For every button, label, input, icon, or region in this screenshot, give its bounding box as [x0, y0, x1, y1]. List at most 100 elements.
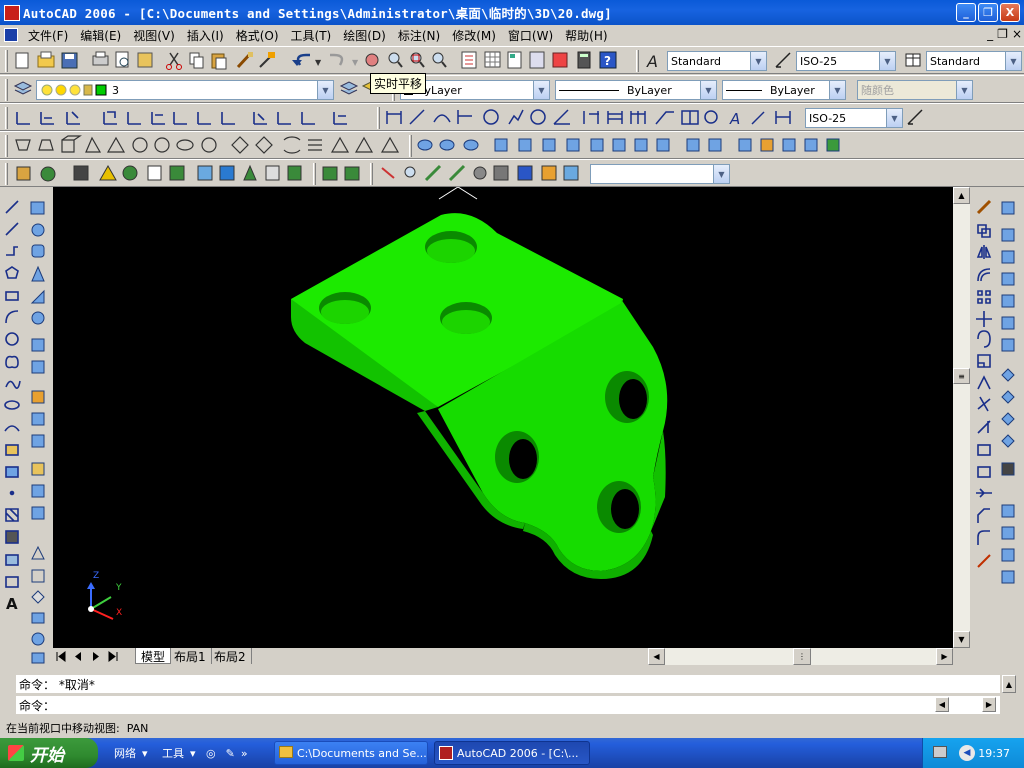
- chevron-down-icon[interactable]: ▼: [829, 81, 845, 99]
- plot-preview-icon[interactable]: [115, 51, 129, 68]
- text-style-icon[interactable]: A: [644, 47, 664, 75]
- markup-icon[interactable]: [552, 52, 568, 68]
- document-icon[interactable]: [4, 28, 18, 42]
- doc-minimize-button[interactable]: _: [987, 27, 993, 41]
- open-file-icon[interactable]: [37, 51, 55, 68]
- tab-model[interactable]: 模型: [135, 648, 172, 664]
- multiline-text-icon[interactable]: A: [6, 595, 18, 613]
- design-center-icon[interactable]: [484, 51, 501, 68]
- table-style-icon[interactable]: [903, 47, 923, 75]
- menu-insert[interactable]: 插入(I): [181, 27, 230, 44]
- menu-tools[interactable]: 工具(T): [285, 27, 338, 44]
- chevron-down-icon[interactable]: ▼: [713, 165, 729, 183]
- copy-icon[interactable]: [189, 52, 204, 69]
- table-style-combo[interactable]: Standard ▼: [926, 51, 1022, 71]
- scroll-right-button[interactable]: ▶: [936, 648, 953, 665]
- redo-icon[interactable]: [330, 53, 344, 66]
- command-scroll-up[interactable]: ▲: [1002, 675, 1016, 693]
- layer-combo[interactable]: 3 ▼: [36, 80, 334, 100]
- doc-restore-button[interactable]: ❐: [997, 27, 1008, 41]
- text-style-combo[interactable]: Standard ▼: [667, 51, 767, 71]
- toolbar-grip[interactable]: [5, 135, 8, 157]
- clock[interactable]: 19:37: [978, 747, 1010, 760]
- show-hidden-icons-icon[interactable]: ◀: [959, 745, 975, 761]
- new-file-icon[interactable]: [15, 52, 29, 69]
- h-scroll-thumb[interactable]: ⋮: [793, 648, 811, 665]
- scroll-down-button[interactable]: ▼: [953, 631, 970, 648]
- solid-editing-grip[interactable]: [409, 135, 412, 157]
- tab-layout1[interactable]: 布局1: [169, 648, 212, 664]
- toolbar-grip[interactable]: [5, 107, 8, 129]
- toolbar-grip[interactable]: [5, 50, 8, 72]
- toolbar-grip[interactable]: [313, 163, 316, 185]
- taskbar-explorer-window[interactable]: C:\Documents and Se...: [274, 741, 428, 765]
- block-editor-icon[interactable]: [259, 52, 275, 68]
- menu-view[interactable]: 视图(V): [127, 27, 181, 44]
- dimension-toolbar-grip[interactable]: [377, 107, 380, 129]
- start-button[interactable]: 开始: [0, 738, 98, 768]
- menu-file[interactable]: 文件(F): [22, 27, 74, 44]
- pan-icon[interactable]: [365, 53, 379, 67]
- command-scroll-left[interactable]: ◀: [935, 697, 949, 712]
- chevron-down-icon[interactable]: ▼: [750, 52, 766, 70]
- minimize-button[interactable]: _: [956, 3, 976, 22]
- view-toolbar-grip[interactable]: [370, 163, 373, 185]
- cut-icon[interactable]: [166, 52, 182, 70]
- network-tray-icon[interactable]: [933, 746, 947, 758]
- dimension-text-edit-icon[interactable]: [751, 111, 765, 125]
- scroll-left-button[interactable]: ◀: [648, 648, 665, 665]
- chevron-down-icon[interactable]: ▼: [886, 109, 902, 127]
- zoom-realtime-icon[interactable]: [388, 52, 403, 68]
- match-properties-icon[interactable]: [236, 52, 253, 69]
- menu-draw[interactable]: 绘图(D): [337, 27, 392, 44]
- tools-toolbar[interactable]: 工具 ▾: [162, 741, 196, 765]
- menu-dimension[interactable]: 标注(N): [392, 27, 446, 44]
- restore-button[interactable]: ❐: [978, 3, 998, 22]
- styles-toolbar-grip[interactable]: [636, 50, 639, 72]
- chevron-down-icon[interactable]: ▼: [1005, 52, 1021, 70]
- dimension-edit-icon[interactable]: A: [729, 110, 740, 128]
- autocad-app-icon[interactable]: [4, 4, 20, 21]
- undo-icon[interactable]: [292, 53, 310, 66]
- zoom-previous-icon[interactable]: [432, 52, 447, 68]
- network-toolbar[interactable]: 网络 ▾: [114, 741, 148, 765]
- chevron-down-icon[interactable]: ▼: [700, 81, 716, 99]
- menu-window[interactable]: 窗口(W): [502, 27, 559, 44]
- dim-style-combo[interactable]: ISO-25 ▼: [796, 51, 896, 71]
- menu-help[interactable]: 帮助(H): [559, 27, 613, 44]
- toolbar-grip[interactable]: [5, 163, 8, 185]
- lineweight-combo[interactable]: ByLayer ▼: [722, 80, 846, 100]
- dimension-update-icon[interactable]: [775, 111, 791, 124]
- named-views-combo[interactable]: ▼: [590, 164, 730, 184]
- taskbar-autocad-window[interactable]: AutoCAD 2006 - [C:\...: [434, 741, 590, 765]
- toolbar-grip[interactable]: [5, 79, 8, 101]
- quickcalc-icon[interactable]: [577, 51, 591, 69]
- command-input[interactable]: 命令：: [16, 696, 1000, 714]
- horizontal-scrollbar[interactable]: ◀ ⋮ ▶: [648, 648, 953, 665]
- menu-edit[interactable]: 编辑(E): [74, 27, 127, 44]
- tool-palettes-icon[interactable]: [507, 51, 522, 69]
- plot-icon[interactable]: [92, 51, 109, 66]
- sheet-set-icon[interactable]: [529, 51, 545, 69]
- command-scroll-right[interactable]: ▶: [982, 697, 996, 712]
- paste-icon[interactable]: [211, 53, 227, 70]
- paint-icon[interactable]: ✎: [226, 747, 235, 760]
- save-icon[interactable]: [61, 52, 78, 69]
- tab-layout2[interactable]: 布局2: [209, 648, 252, 664]
- menu-format[interactable]: 格式(O): [230, 27, 285, 44]
- publish-icon[interactable]: [137, 52, 153, 68]
- menu-modify[interactable]: 修改(M): [446, 27, 502, 44]
- doc-close-button[interactable]: ×: [1012, 27, 1022, 41]
- dimension-style-icon[interactable]: [905, 104, 927, 132]
- scroll-thumb[interactable]: ≡: [953, 368, 970, 384]
- ie-icon[interactable]: ◎: [206, 747, 216, 760]
- dim-style-icon[interactable]: [773, 47, 793, 75]
- chevron-down-icon[interactable]: ▼: [533, 81, 549, 99]
- zoom-window-icon[interactable]: [410, 52, 425, 68]
- close-button[interactable]: X: [1000, 3, 1020, 22]
- vertical-scrollbar[interactable]: ▲ ≡ ▼: [953, 187, 970, 648]
- linetype-combo[interactable]: ByLayer ▼: [555, 80, 717, 100]
- properties-icon[interactable]: [461, 51, 477, 69]
- drawing-canvas[interactable]: Z Y X: [53, 187, 953, 648]
- quicklaunch-icons[interactable]: ◎ ✎»: [206, 741, 248, 765]
